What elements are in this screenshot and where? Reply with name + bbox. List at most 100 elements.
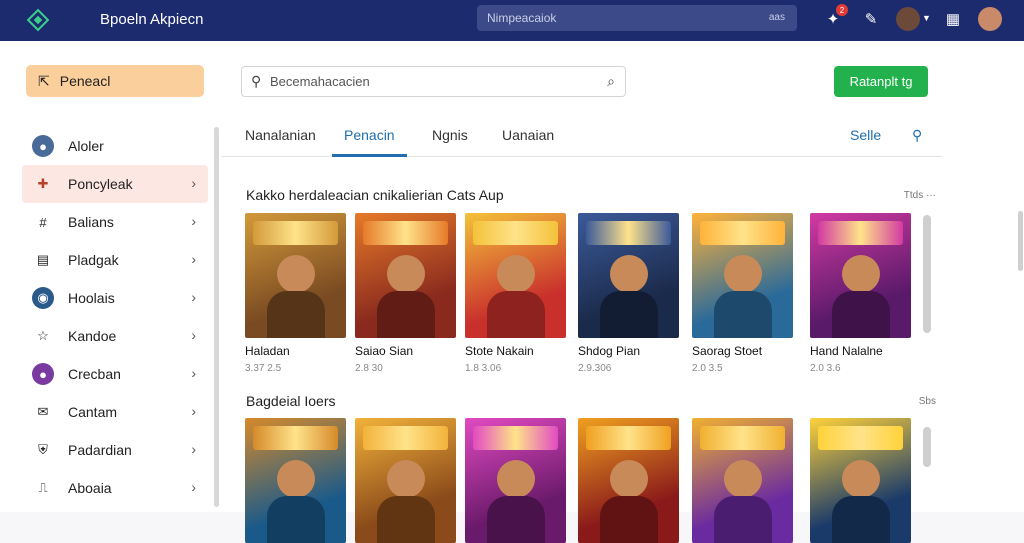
sidebar-item[interactable]: # Balians › [22, 203, 208, 241]
game-thumbnail[interactable] [692, 418, 793, 543]
sidebar-item[interactable]: ▤ Pladgak › [22, 241, 208, 279]
game-card[interactable] [578, 418, 679, 543]
search-icon: ⚲ [251, 73, 262, 89]
sidebar-item-label: Balians [68, 214, 114, 230]
game-card[interactable]: Shdog Pian 2.9.306 [578, 213, 679, 374]
sidebar-item[interactable]: ✚ Poncyleak › [22, 165, 208, 203]
section-more-link[interactable]: Ttds ··· [904, 190, 936, 201]
filter-icon[interactable]: ⌕ [607, 73, 615, 90]
game-title[interactable]: Hand Nalalne [810, 344, 911, 358]
character-head [277, 460, 315, 498]
game-thumbnail[interactable] [465, 213, 566, 338]
tab[interactable]: Uanaian [502, 127, 554, 143]
game-logo-banner [818, 221, 903, 245]
game-title[interactable]: Stote Nakain [465, 344, 566, 358]
game-card[interactable]: Hand Nalalne 2.0 3.6 [810, 213, 911, 374]
game-card[interactable]: Saiao Sian 2.8 30 [355, 213, 456, 374]
tab-active[interactable]: Penacin [344, 127, 395, 143]
pinned-button[interactable]: ⇱ Peneacl [26, 65, 204, 97]
game-card[interactable]: Haladan 3.37 2.5 [245, 213, 346, 374]
character-body [600, 291, 658, 338]
app-logo-icon[interactable] [26, 8, 50, 32]
game-card[interactable] [245, 418, 346, 543]
top-search-input[interactable]: Nimpeacaiok aas [477, 5, 797, 31]
character-body [487, 291, 545, 338]
game-card[interactable] [810, 418, 911, 543]
avatar[interactable] [896, 7, 920, 31]
character-head [724, 255, 762, 293]
game-logo-banner [363, 426, 448, 450]
sidebar-item[interactable]: ● Crecban › [22, 355, 208, 393]
game-title[interactable]: Saiao Sian [355, 344, 456, 358]
character-body [377, 291, 435, 338]
primary-action-button[interactable]: Ratanplt tg [834, 66, 928, 97]
chevron-right-icon: › [191, 175, 196, 191]
chevron-right-icon: › [191, 441, 196, 457]
character-head [497, 255, 535, 293]
game-card[interactable] [355, 418, 456, 543]
game-thumbnail[interactable] [810, 213, 911, 338]
grid-icon[interactable]: ▦ [942, 8, 964, 30]
search-icon[interactable]: ⚲ [912, 127, 922, 144]
pencil-icon[interactable]: ✎ [860, 8, 882, 30]
sidebar-scrollbar[interactable] [214, 127, 219, 507]
character-body [832, 496, 890, 543]
game-meta: 1.8 3.06 [465, 363, 502, 374]
pin-icon: ⇱ [38, 72, 50, 89]
game-thumbnail[interactable] [245, 213, 346, 338]
character-body [267, 496, 325, 543]
tab-side-link[interactable]: Selle [850, 127, 881, 143]
game-thumbnail[interactable] [578, 418, 679, 543]
chevron-down-icon[interactable]: ▼ [922, 13, 931, 23]
game-logo-banner [700, 221, 785, 245]
game-card[interactable]: Saorag Stoet 2.0 3.5 [692, 213, 793, 374]
pinned-label: Peneacl [59, 73, 111, 89]
sidebar-item[interactable]: ✉ Cantam › [22, 393, 208, 431]
game-logo-banner [473, 221, 558, 245]
game-thumbnail[interactable] [355, 418, 456, 543]
mail-icon: ✉ [37, 404, 49, 419]
game-title[interactable]: Saorag Stoet [692, 344, 793, 358]
game-logo-banner [253, 426, 338, 450]
row-scrollbar[interactable] [923, 215, 931, 333]
sidebar-item[interactable]: ☆ Kandoe › [22, 317, 208, 355]
gamepad-icon[interactable]: ✦ 2 [822, 4, 848, 30]
sidebar-item[interactable]: ⎍ Aboaia › [22, 469, 208, 507]
row-scrollbar[interactable] [923, 427, 931, 467]
page-scrollbar[interactable] [1018, 211, 1023, 271]
sidebar-item[interactable]: ⛨ Padardian › [22, 431, 208, 469]
profile-avatar[interactable] [978, 7, 1002, 31]
character-head [387, 460, 425, 498]
chevron-right-icon: › [191, 327, 196, 343]
character-body [487, 496, 545, 543]
search-input[interactable]: ⚲ Becemahacacien ⌕ [241, 66, 626, 97]
tab[interactable]: Nanalanian [245, 127, 316, 143]
character-head [387, 255, 425, 293]
game-title[interactable]: Haladan [245, 344, 346, 358]
section-more-link[interactable]: Sbs [919, 396, 936, 407]
game-logo-banner [818, 426, 903, 450]
chevron-right-icon: › [191, 289, 196, 305]
sidebar-item-label: Cantam [68, 404, 118, 420]
game-thumbnail[interactable] [465, 418, 566, 543]
game-logo-banner [473, 426, 558, 450]
user-avatar: ● [32, 135, 54, 157]
game-thumbnail[interactable] [810, 418, 911, 543]
character-head [610, 255, 648, 293]
character-body [714, 496, 772, 543]
game-thumbnail[interactable] [692, 213, 793, 338]
game-card[interactable]: Stote Nakain 1.8 3.06 [465, 213, 566, 374]
game-thumbnail[interactable] [578, 213, 679, 338]
character-head [842, 255, 880, 293]
game-title[interactable]: Shdog Pian [578, 344, 679, 358]
sidebar-item[interactable]: ● Aloler [22, 127, 208, 165]
game-thumbnail[interactable] [355, 213, 456, 338]
sidebar-item-label: Aboaia [68, 480, 112, 496]
game-card[interactable] [692, 418, 793, 543]
sidebar-item[interactable]: ◉ Hoolais › [22, 279, 208, 317]
sidebar-item-label: Aloler [68, 138, 104, 154]
game-card[interactable] [465, 418, 566, 543]
tab[interactable]: Ngnis [432, 127, 468, 143]
game-thumbnail[interactable] [245, 418, 346, 543]
section-title: Bagdeial Ioers [246, 393, 336, 409]
